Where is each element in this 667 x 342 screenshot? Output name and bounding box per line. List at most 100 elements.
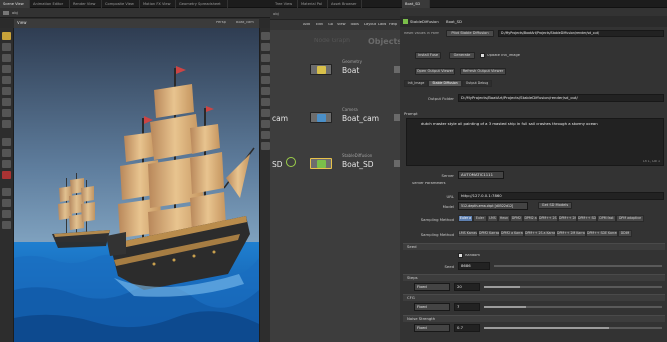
grid-icon[interactable] xyxy=(2,149,11,157)
noise-strength-section[interactable]: Noise Strength xyxy=(403,315,665,322)
sampler-lms[interactable]: LMS xyxy=(487,215,498,222)
tab-boat-sd[interactable]: Boat_SD xyxy=(402,0,430,8)
wireframe-icon[interactable] xyxy=(261,43,270,51)
render-region-icon[interactable] xyxy=(2,221,11,229)
model-dropdown[interactable]: 512-depth-ema.ckpt [d0522d12] xyxy=(458,202,528,210)
points-icon[interactable] xyxy=(261,131,270,139)
handle-tool-icon[interactable] xyxy=(2,76,11,84)
move-tool-icon[interactable] xyxy=(2,43,11,51)
sampler-euler-a[interactable]: Euler a xyxy=(458,215,473,222)
brush-tool-icon[interactable] xyxy=(2,98,11,106)
url-field[interactable]: http://127.0.0.1:7860 xyxy=(458,192,664,200)
sampler-dpm-fast[interactable]: DPM fast xyxy=(597,215,616,222)
tab-asset-browser[interactable]: Asset Browser xyxy=(328,0,362,8)
tab-output-debug[interactable]: Output Debug xyxy=(462,80,492,87)
sampler-euler[interactable]: Euler xyxy=(473,215,487,222)
sampler-ddim[interactable]: DDIM xyxy=(618,230,632,237)
persp-menu[interactable]: Persp xyxy=(216,21,226,25)
camera-menu[interactable]: Boat_cam xyxy=(236,21,254,25)
tab-tree-view[interactable]: Tree View xyxy=(272,0,298,8)
menu-labs[interactable]: Labs xyxy=(378,23,386,27)
light-icon[interactable] xyxy=(2,188,11,196)
tab-geometry-spreadsheet[interactable]: Geometry Spreadsheet xyxy=(176,0,228,8)
tab-init-image[interactable]: Init_Image xyxy=(404,80,428,87)
sampler-heun[interactable]: Heun xyxy=(498,215,510,222)
flipbook-icon[interactable] xyxy=(2,210,11,218)
uv-icon[interactable] xyxy=(261,142,270,150)
random-checkbox[interactable] xyxy=(458,253,463,258)
magnet-icon[interactable] xyxy=(2,160,11,168)
ghost-icon[interactable] xyxy=(261,76,270,84)
footprint-icon[interactable] xyxy=(261,109,270,117)
sampler-dpmpp-2m-karras[interactable]: DPM++ 2M Karras xyxy=(556,230,586,237)
refresh-output-viewer-button[interactable]: Refresh Output Viewer xyxy=(460,68,506,75)
menu-go[interactable]: Go xyxy=(328,23,333,27)
menu-view[interactable]: View xyxy=(337,23,346,27)
sampler-dpm2[interactable]: DPM2 xyxy=(510,215,523,222)
back-arrow-icon[interactable] xyxy=(3,11,9,15)
sampler-dpmpp-2s-a-karras[interactable]: DPM++ 2S a Karras xyxy=(524,230,556,237)
tab-scene-view[interactable]: Scene View xyxy=(0,0,30,8)
pilot-sd-button[interactable]: Pilot Stable Diffusion xyxy=(446,30,494,37)
steps-section[interactable]: Steps xyxy=(403,274,665,281)
viewport-3d[interactable] xyxy=(14,28,259,342)
noise-field[interactable]: 0.7 xyxy=(454,324,480,332)
normals-icon[interactable] xyxy=(261,120,270,128)
measure-tool-icon[interactable] xyxy=(2,109,11,117)
snap-icon[interactable] xyxy=(2,138,11,146)
top-path-field[interactable]: D:/MyProjects/BoatArt/Projects/StableDif… xyxy=(498,30,664,37)
sampler-dpmpp-2m[interactable]: DPM++ 2M xyxy=(558,215,577,222)
rotate-tool-icon[interactable] xyxy=(2,54,11,62)
view-tool-icon[interactable] xyxy=(2,120,11,128)
menu-tools[interactable]: Tools xyxy=(350,23,359,27)
sampler-dpmpp-sde[interactable]: DPM++ SDE xyxy=(577,215,597,222)
tab-composite-view[interactable]: Composite View xyxy=(102,0,140,8)
node-cam-name[interactable]: Boat_cam xyxy=(342,115,379,123)
visibility-icon[interactable] xyxy=(261,87,270,95)
cfg-field[interactable]: 7 xyxy=(454,303,480,311)
sampler-dpm2-a[interactable]: DPM2 a xyxy=(523,215,538,222)
node-name-field[interactable]: Boat_SD xyxy=(446,20,462,24)
menu-add[interactable]: Add xyxy=(303,23,310,27)
node-boat-sd[interactable] xyxy=(310,158,332,169)
seed-section[interactable]: Seed xyxy=(403,243,665,250)
reset-values-label[interactable]: Reset Values in Parm xyxy=(404,32,439,35)
open-output-viewer-button[interactable]: Open Output Viewer xyxy=(415,68,455,75)
camera-tool-icon[interactable] xyxy=(2,199,11,207)
steps-field[interactable]: 20 xyxy=(454,283,480,291)
scale-tool-icon[interactable] xyxy=(2,65,11,73)
menu-help[interactable]: Help xyxy=(389,23,397,27)
node-boat-name[interactable]: Boat xyxy=(342,67,359,75)
pose-tool-icon[interactable] xyxy=(2,87,11,95)
cfg-section[interactable]: CFG xyxy=(403,294,665,301)
node-sd-name[interactable]: Boat_SD xyxy=(342,161,374,169)
steps-mode-dropdown[interactable]: Fixed xyxy=(414,283,450,291)
template-icon[interactable] xyxy=(261,98,270,106)
menu-layout[interactable]: Layout xyxy=(364,23,376,27)
seed-slider[interactable] xyxy=(494,265,662,267)
tab-animation-editor[interactable]: Animation Editor xyxy=(30,0,70,8)
select-tool-icon[interactable] xyxy=(2,32,11,40)
node-boat-cam[interactable] xyxy=(310,112,332,123)
node-boat[interactable] xyxy=(310,64,332,75)
sampler-dpm2-a-karras[interactable]: DPM2 a Karras xyxy=(500,230,524,237)
update-init-image-checkbox[interactable] xyxy=(480,53,485,58)
sampler-dpmpp-sde-karras[interactable]: DPM++ SDE Karras xyxy=(586,230,618,237)
server-dropdown[interactable]: AUTOMATIC1111 xyxy=(458,171,504,179)
seed-field[interactable]: 8686 xyxy=(458,262,490,270)
noise-mode-dropdown[interactable]: Fixed xyxy=(414,324,450,332)
lighting-icon[interactable] xyxy=(261,54,270,62)
get-sd-models-button[interactable]: Get SD Models xyxy=(538,202,572,209)
sampler-dpm2-karras[interactable]: DPM2 Karras xyxy=(478,230,500,237)
shading-mode-icon[interactable] xyxy=(261,32,270,40)
network-path[interactable]: obj xyxy=(273,12,279,16)
install-fuse-button[interactable]: Install Fuse xyxy=(415,52,441,59)
node-graph[interactable]: Node Graph Objects Geometry Boat Camera … xyxy=(270,30,400,342)
tab-material-palette[interactable]: Material Pal xyxy=(298,0,328,8)
sampler-dpm-adaptive[interactable]: DPM adaptive xyxy=(616,215,644,222)
viewer-path[interactable]: obj xyxy=(12,11,18,15)
sampler-lms-karras[interactable]: LMS Karras xyxy=(458,230,478,237)
output-folder-field[interactable]: D:/MyProjects/BoatArt/Projects/StableDif… xyxy=(458,94,664,102)
prompt-textarea[interactable]: dutch master style oil painting of a 3 m… xyxy=(406,118,664,166)
tab-render-view[interactable]: Render View xyxy=(70,0,102,8)
